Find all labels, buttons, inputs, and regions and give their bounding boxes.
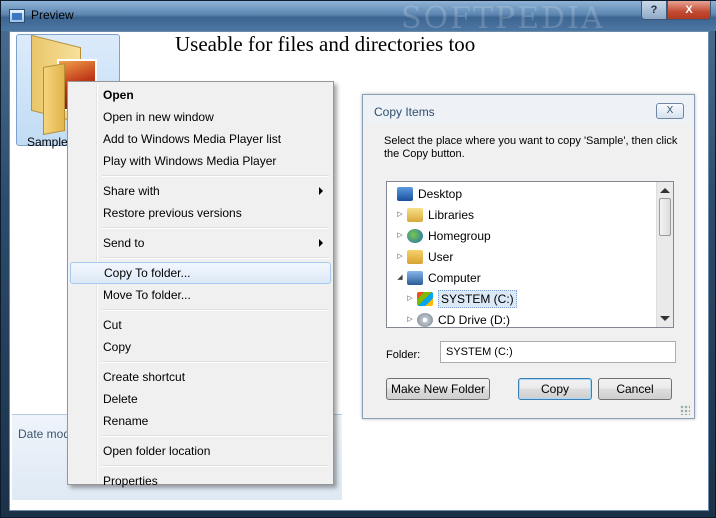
desktop-icon [397,187,413,201]
libraries-icon [407,208,423,222]
menu-item-open-folder-location[interactable]: Open folder location [70,440,331,462]
menu-item-label: Open in new window [103,110,214,124]
submenu-arrow-icon [319,187,323,195]
context-menu: Open Open in new window Add to Windows Med… [67,81,334,488]
menu-item-copy-to-folder[interactable]: Copy To folder... [70,262,331,284]
menu-separator [70,254,331,262]
tree-item-label: Desktop [418,187,463,201]
menu-item-label: Create shortcut [103,370,186,384]
make-new-folder-button[interactable]: Make New Folder [386,378,490,400]
tree-item[interactable]: ▷ SYSTEM (C:) [405,289,517,309]
folder-field[interactable] [440,341,676,363]
menu-item-label: Move To folder... [103,288,191,302]
tree-item-label: Homegroup [428,229,491,243]
menu-item-label: Restore previous versions [103,206,242,220]
tree-item-label: SYSTEM (C:) [438,290,517,308]
menu-item-label: Open folder location [103,444,211,458]
tree-item-label: User [428,250,454,264]
menu-item-properties[interactable]: Properties [70,470,331,492]
dialog-close-button[interactable]: X [656,103,684,119]
menu-item-label: Play with Windows Media Player [103,154,277,168]
folder-tree[interactable]: Desktop ▷ Libraries ▷ Homegroup ▷ User ◢ Compute… [386,181,674,328]
tree-item-label: CD Drive (D:) [438,313,510,327]
resize-grip[interactable] [680,405,690,415]
expand-toggle-icon[interactable]: ▷ [405,310,415,327]
menu-item-open-in-new-window[interactable]: Open in new window [70,106,331,128]
menu-separator [70,432,331,440]
menu-item-label: Add to Windows Media Player list [103,132,282,146]
menu-item-move-to-folder[interactable]: Move To folder... [70,284,331,306]
tree-item-label: Libraries [428,208,475,222]
menu-item-send-to[interactable]: Send to [70,232,331,254]
menu-item-label: Open [103,88,134,102]
folder-front-flap [43,63,65,135]
expand-toggle-icon[interactable]: ▷ [405,289,415,309]
preview-app-icon [9,9,25,23]
dialog-description: Select the place where you want to copy … [384,135,678,160]
tree-item[interactable]: ▷ CD Drive (D:) [405,310,510,327]
cd-drive-icon [417,313,433,327]
menu-item-rename[interactable]: Rename [70,410,331,432]
scroll-thumb[interactable] [659,198,671,236]
menu-separator [70,224,331,232]
homegroup-icon [407,229,423,243]
details-date-label: Date mod [18,427,71,441]
menu-item-copy[interactable]: Copy [70,336,331,358]
folder-name: Sample [27,135,68,149]
tree-scrollbar[interactable] [656,182,673,327]
menu-item-add-to-windows-media-player-list[interactable]: Add to Windows Media Player list [70,128,331,150]
tree-item-label: Computer [428,271,481,285]
cancel-button[interactable]: Cancel [598,378,672,400]
menu-item-create-shortcut[interactable]: Create shortcut [70,366,331,388]
scroll-up-icon[interactable] [660,188,670,193]
menu-item-open[interactable]: Open [70,84,331,106]
menu-item-play-with-windows-media-player[interactable]: Play with Windows Media Player [70,150,331,172]
menu-item-label: Cut [103,318,122,332]
menu-item-label: Share with [103,184,160,198]
menu-item-label: Delete [103,392,138,406]
preview-window: Preview SOFTPEDIA ? X Sample Date mod Us… [0,0,716,518]
menu-separator [70,462,331,470]
scroll-down-icon[interactable] [660,316,670,321]
caption-headline: Useable for files and directories too [175,32,476,56]
menu-item-label: Properties [103,474,158,488]
menu-item-cut[interactable]: Cut [70,314,331,336]
folder-label: Folder: [386,349,421,361]
window-title: Preview [31,8,74,22]
submenu-arrow-icon [319,239,323,247]
expand-toggle-icon[interactable]: ◢ [395,268,405,288]
computer-icon [407,271,423,285]
title-bar[interactable]: Preview SOFTPEDIA ? X [1,1,716,36]
menu-item-label: Copy [103,340,132,354]
close-button[interactable]: X [667,1,711,20]
menu-item-delete[interactable]: Delete [70,388,331,410]
expand-toggle-icon[interactable]: ▷ [395,226,405,246]
menu-item-label: Rename [103,414,149,428]
dialog-title: Copy Items [374,105,435,119]
system-drive-icon [417,292,433,306]
tree-item[interactable]: ▷ Libraries [395,205,474,225]
copy-items-dialog: Copy Items X Select the place where you … [362,94,695,419]
tree-item[interactable]: ▷ Homegroup [395,226,491,246]
tree-item[interactable]: Desktop [393,184,462,204]
user-folder-icon [407,250,423,264]
menu-item-share-with[interactable]: Share with [70,180,331,202]
tree-item[interactable]: ▷ User [395,247,453,267]
expand-toggle-icon[interactable]: ▷ [395,247,405,267]
menu-item-label: Send to [103,236,145,250]
tree-item[interactable]: ◢ Computer [395,268,481,288]
help-button[interactable]: ? [641,1,667,20]
menu-item-restore-previous-versions[interactable]: Restore previous versions [70,202,331,224]
menu-separator [70,358,331,366]
copy-button[interactable]: Copy [518,378,592,400]
menu-item-label: Copy To folder... [104,266,191,280]
menu-separator [70,172,331,180]
expand-toggle-icon[interactable]: ▷ [395,205,405,225]
menu-separator [70,306,331,314]
